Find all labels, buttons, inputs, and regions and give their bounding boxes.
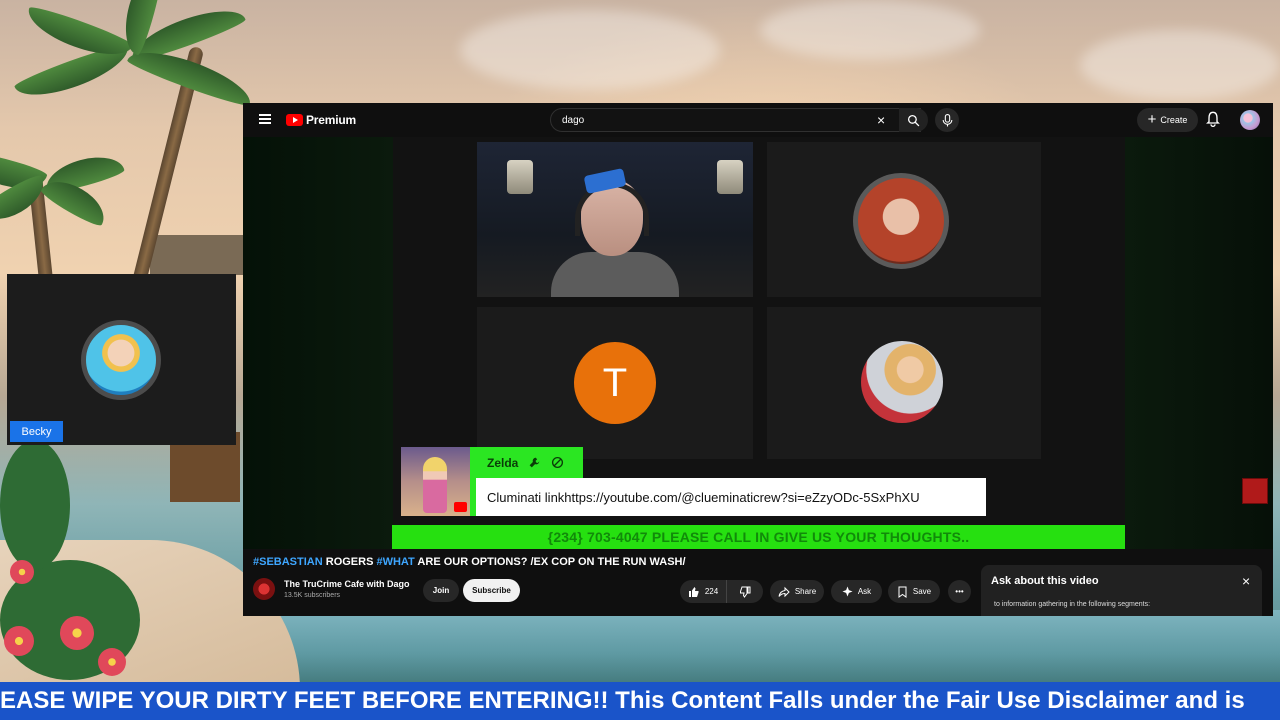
chat-message: Cluminati linkhttps://youtube.com/@cluem… xyxy=(476,478,986,516)
cloud xyxy=(760,0,980,60)
host-webcam xyxy=(477,142,753,297)
window xyxy=(717,160,743,194)
masthead: Premium × + Create xyxy=(243,103,1273,137)
mic-icon xyxy=(942,113,952,126)
account-avatar[interactable] xyxy=(1240,110,1260,130)
hashtag-link[interactable]: #WHAT xyxy=(376,556,414,568)
like-count: 224 xyxy=(704,587,719,596)
window xyxy=(507,160,533,194)
scrolling-ticker: EASE WIPE YOUR DIRTY FEET BEFORE ENTERIN… xyxy=(0,682,1280,720)
hibiscus-flower xyxy=(4,626,34,656)
join-button[interactable]: Join xyxy=(423,579,459,602)
bookmark-icon xyxy=(898,586,907,598)
video-title: #SEBASTIAN ROGERS #WHAT ARE OUR OPTIONS?… xyxy=(253,556,686,568)
chat-author-name: Zelda xyxy=(487,455,519,470)
close-icon[interactable]: × xyxy=(877,110,885,130)
moderator-icon xyxy=(552,456,564,469)
search-button[interactable] xyxy=(899,108,928,132)
chat-avatar xyxy=(401,447,470,516)
ask-panel: Ask about this video × to information ga… xyxy=(981,565,1262,616)
share-button[interactable]: Share xyxy=(770,580,824,603)
search-icon xyxy=(907,114,920,126)
participant-avatar: T xyxy=(574,342,656,424)
subscriber-count: 13.5K subscribers xyxy=(284,592,341,599)
plus-icon: + xyxy=(1147,111,1157,128)
ask-label: Ask xyxy=(857,587,872,596)
ask-button[interactable]: Ask xyxy=(831,580,882,603)
channel-watermark[interactable] xyxy=(1242,478,1268,504)
thumbs-up-icon xyxy=(688,586,699,597)
video-player[interactable]: T Zelda Cluminati linkhttps://youtube.co… xyxy=(243,137,1273,549)
create-button[interactable]: + Create xyxy=(1137,108,1198,132)
hashtag-link[interactable]: #SEBASTIAN xyxy=(253,556,323,568)
participant-name-tag: Becky xyxy=(10,421,63,442)
youtube-logo[interactable]: Premium xyxy=(286,113,356,127)
becky-tile: Becky xyxy=(7,274,236,445)
sparkle-icon xyxy=(842,586,853,597)
search-input[interactable] xyxy=(550,108,921,132)
dislike-button[interactable] xyxy=(727,580,763,603)
channel-name[interactable]: The TruCrime Cafe with Dago xyxy=(284,579,410,589)
close-icon[interactable]: × xyxy=(1242,573,1250,589)
thumbs-down-icon xyxy=(740,586,751,598)
wrench-icon xyxy=(529,457,540,468)
cloud xyxy=(1080,30,1280,100)
menu-icon[interactable] xyxy=(259,114,271,124)
title-text: ARE OUR OPTIONS? /EX COP ON THE RUN WASH… xyxy=(414,556,686,568)
hibiscus-flower xyxy=(60,616,94,650)
chat-author-tag: Zelda xyxy=(470,447,583,478)
title-text: ROGERS xyxy=(322,556,377,568)
save-label: Save xyxy=(912,587,932,596)
hibiscus-flower xyxy=(98,648,126,676)
youtube-play-icon xyxy=(286,114,303,126)
hibiscus-flower xyxy=(10,560,34,584)
logo-text: Premium xyxy=(306,113,356,127)
bell-icon[interactable] xyxy=(1206,111,1220,127)
share-label: Share xyxy=(794,587,817,596)
video-border-left xyxy=(243,137,393,549)
call-in-banner: {234} 703-4047 PLEASE CALL IN GIVE US YO… xyxy=(392,525,1125,549)
participant-avatar xyxy=(853,173,949,269)
ask-panel-title: Ask about this video xyxy=(991,575,1099,587)
more-icon[interactable]: ••• xyxy=(948,580,971,603)
subscribe-button[interactable]: Subscribe xyxy=(463,579,520,602)
channel-avatar[interactable] xyxy=(253,578,275,600)
voice-search-button[interactable] xyxy=(935,108,959,132)
save-button[interactable]: Save xyxy=(888,580,940,603)
create-label: Create xyxy=(1160,115,1188,125)
host-shirt xyxy=(551,252,679,297)
ask-panel-text: to information gathering in the followin… xyxy=(994,601,1151,608)
zelda-figure xyxy=(423,457,447,513)
youtube-play-icon xyxy=(454,502,467,512)
participant-avatar xyxy=(861,341,943,423)
participant-avatar xyxy=(81,320,161,400)
like-button[interactable]: 224 xyxy=(680,580,727,603)
bush xyxy=(0,440,70,570)
cloud xyxy=(460,10,720,90)
youtube-window: Premium × + Create xyxy=(243,103,1273,616)
share-icon xyxy=(778,586,790,597)
stream-canvas: Premium × + Create xyxy=(0,0,1280,720)
